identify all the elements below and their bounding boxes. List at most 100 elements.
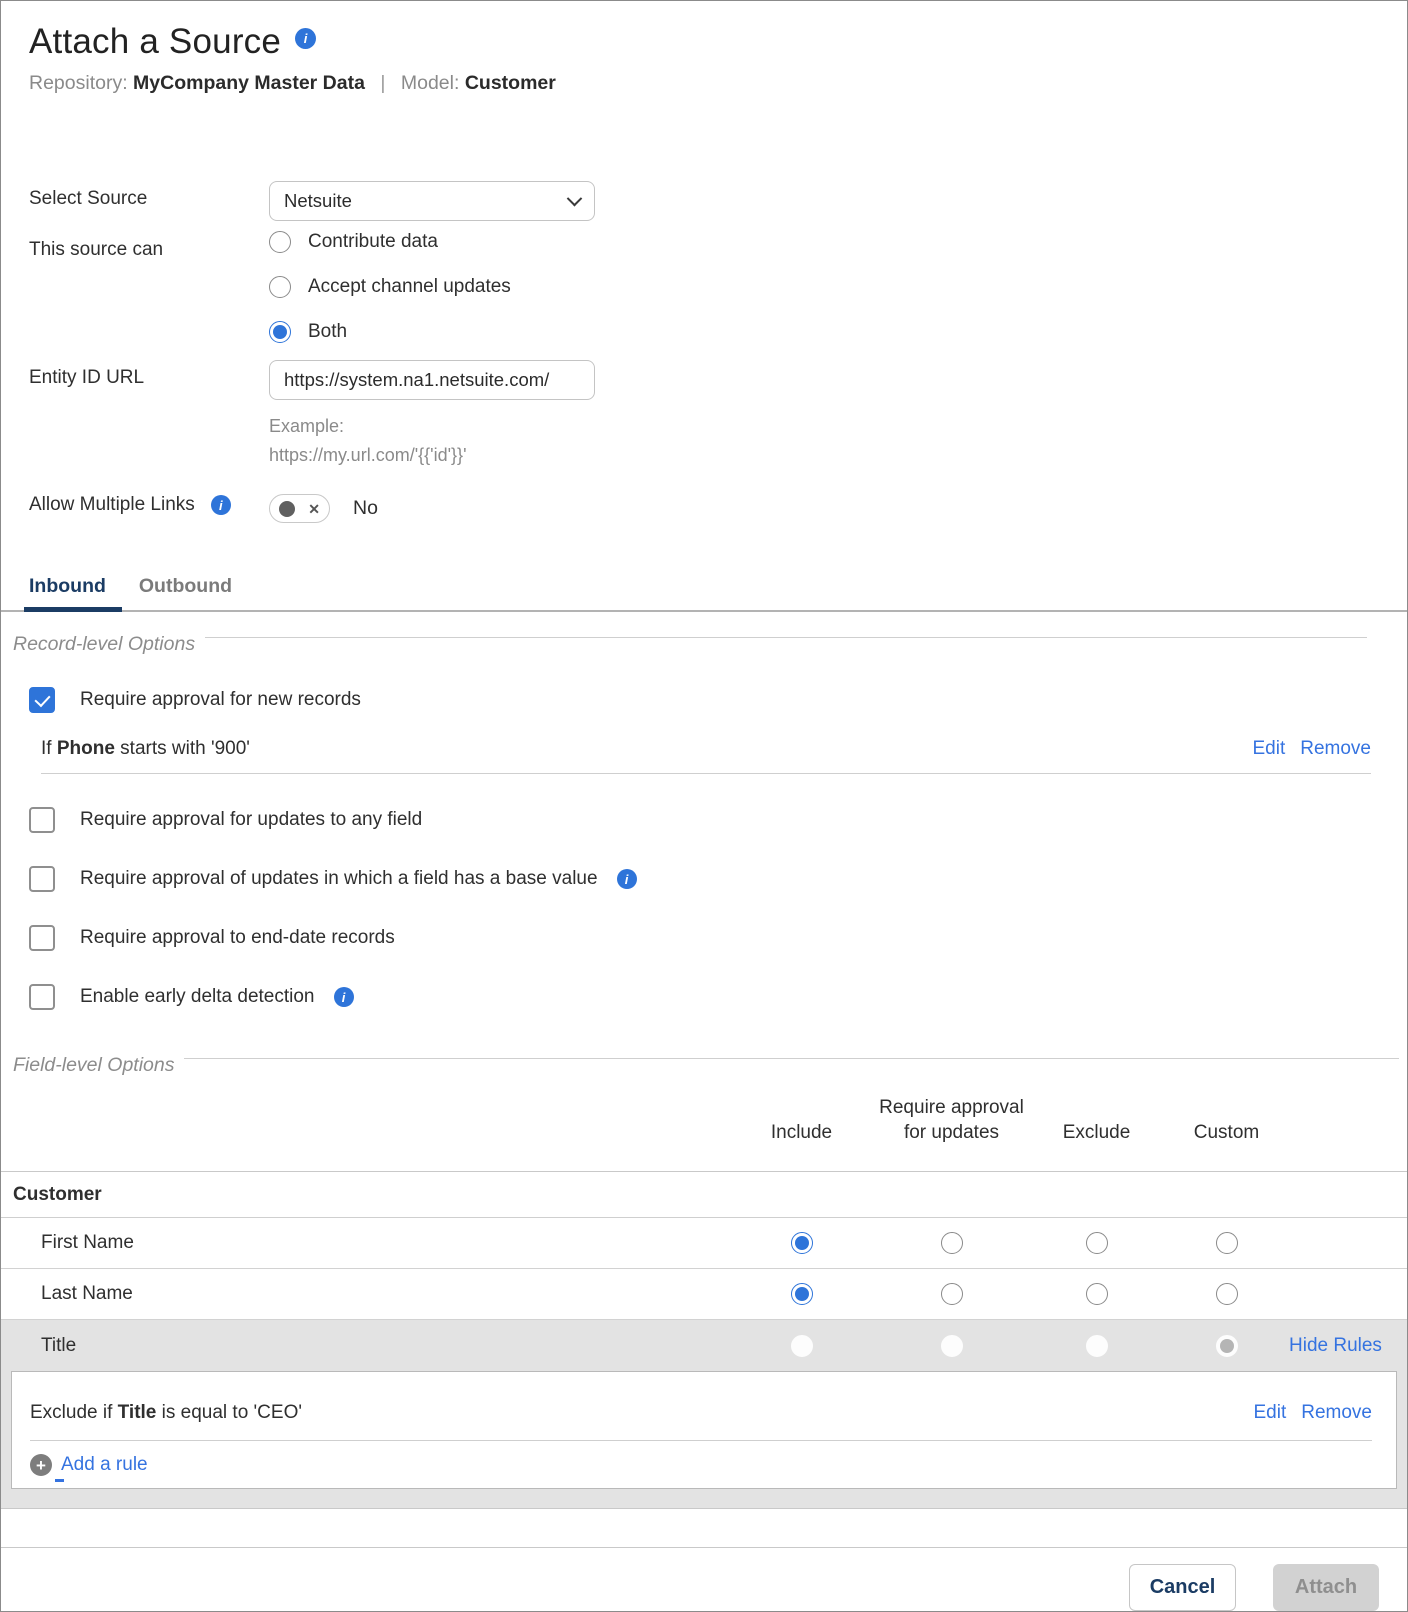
checkbox-icon: [29, 687, 55, 713]
radio-label: Both: [308, 321, 348, 342]
radio-title-custom[interactable]: [1215, 1334, 1238, 1357]
hide-rules-link[interactable]: Hide Rules: [1289, 1335, 1382, 1357]
radio-first-name-custom[interactable]: [1215, 1232, 1238, 1254]
tab-strip: Inbound Outbound: [1, 569, 1407, 612]
radio-last-name-custom[interactable]: [1215, 1283, 1238, 1305]
record-level-options-legend: Record-level Options: [13, 633, 1367, 656]
checkbox-label: Require approval to end-date records: [80, 927, 395, 948]
radio-last-name-exclude[interactable]: [1085, 1283, 1108, 1305]
edit-rule-link[interactable]: Edit: [1253, 738, 1286, 760]
checkbox-label: Enable early delta detection: [80, 986, 315, 1007]
header: Attach a Source i Repository: MyCompany …: [1, 1, 1407, 95]
select-source-label: Select Source: [29, 188, 148, 209]
example-value: https://my.url.com/'{{'id'}}': [269, 445, 467, 465]
radio-label: Contribute data: [308, 231, 438, 252]
radio-icon: [269, 231, 291, 253]
field-level-options-legend: Field-level Options: [13, 1054, 1399, 1077]
cancel-button[interactable]: Cancel: [1129, 1564, 1236, 1611]
remove-field-rule-link[interactable]: Remove: [1301, 1402, 1372, 1424]
checkbox-icon: [29, 807, 55, 833]
column-header-require-approval: Require approval for updates: [879, 1097, 1024, 1143]
toggle-knob: [279, 500, 295, 517]
allow-links-info-icon[interactable]: i: [210, 495, 231, 515]
allow-multiple-links-label: Allow Multiple Links: [29, 494, 195, 515]
rule-field-name: Title: [117, 1402, 157, 1423]
tab-outbound[interactable]: Outbound: [139, 569, 232, 610]
checkbox-require-approval-updates-any-field[interactable]: Require approval for updates to any fiel…: [29, 807, 1379, 833]
field-row-first-name: First Name: [1, 1218, 1407, 1269]
page-title: Attach a Source: [29, 22, 282, 61]
checkbox-require-approval-base-value[interactable]: Require approval of updates in which a f…: [29, 866, 1379, 892]
breadcrumb: Repository: MyCompany Master Data | Mode…: [29, 72, 1379, 95]
radio-first-name-include[interactable]: [790, 1232, 813, 1254]
separator: |: [380, 72, 386, 94]
title-row-expanded-block: Title Hide Rules Exclude if Title is equ…: [1, 1320, 1407, 1509]
radio-both[interactable]: Both: [269, 321, 347, 343]
field-group-customer: Customer: [1, 1172, 1407, 1218]
base-value-info-icon[interactable]: i: [616, 869, 637, 889]
checkbox-icon: [29, 866, 55, 892]
radio-icon: [269, 276, 291, 298]
checkbox-label: Require approval for new records: [80, 689, 361, 710]
entity-id-url-label: Entity ID URL: [29, 367, 145, 388]
chevron-down-icon: [566, 190, 583, 206]
add-rule-label: Add a rule: [61, 1454, 148, 1475]
footer: Cancel Attach: [1, 1547, 1407, 1611]
rule-divider: [41, 773, 1371, 774]
radio-contribute-data[interactable]: Contribute data: [269, 231, 438, 253]
toggle-state-text: No: [353, 497, 378, 519]
radio-last-name-include[interactable]: [790, 1283, 813, 1305]
checkbox-require-approval-end-date[interactable]: Require approval to end-date records: [29, 925, 1379, 951]
close-icon: ✕: [308, 500, 320, 517]
radio-icon: [269, 321, 291, 343]
radio-title-require-approval[interactable]: [940, 1334, 963, 1357]
checkbox-label: Require approval for updates to any fiel…: [80, 809, 423, 830]
source-can-label: This source can: [29, 239, 164, 260]
radio-title-include[interactable]: [790, 1334, 813, 1357]
attach-button[interactable]: Attach: [1273, 1564, 1379, 1611]
source-select[interactable]: Netsuite: [269, 181, 595, 221]
edit-field-rule-link[interactable]: Edit: [1254, 1402, 1287, 1424]
radio-accept-channel-updates[interactable]: Accept channel updates: [269, 276, 511, 298]
radio-label: Accept channel updates: [308, 276, 511, 297]
record-rule-text: If Phone starts with '900': [41, 738, 250, 759]
title-rules-panel: Exclude if Title is equal to 'CEO' Edit …: [11, 1371, 1397, 1489]
field-rule-row: Exclude if Title is equal to 'CEO' Edit …: [30, 1402, 1372, 1424]
radio-first-name-require-approval[interactable]: [940, 1232, 963, 1254]
checkbox-icon: [29, 925, 55, 951]
column-header-custom: Custom: [1193, 1122, 1260, 1143]
example-label: Example:: [269, 416, 345, 436]
field-name: Last Name: [41, 1283, 133, 1304]
checkbox-enable-early-delta-detection[interactable]: Enable early delta detection i: [29, 984, 1379, 1010]
attach-source-dialog: Attach a Source i Repository: MyCompany …: [0, 0, 1408, 1612]
model-label: Model:: [400, 72, 460, 94]
entity-url-example: Example: https://my.url.com/'{{'id'}}': [269, 412, 1379, 470]
source-can-options: Contribute data Accept channel updates B…: [269, 231, 1379, 343]
rule-field-name: Phone: [56, 738, 115, 759]
column-header-exclude: Exclude: [1062, 1122, 1131, 1143]
field-table-header: Include Require approval for updates Exc…: [1, 1095, 1407, 1172]
field-name: Title: [41, 1334, 77, 1356]
entity-id-url-input[interactable]: https://system.na1.netsuite.com/: [269, 360, 595, 400]
field-rule-text: Exclude if Title is equal to 'CEO': [30, 1402, 302, 1423]
add-rule-button[interactable]: + Add a rule: [30, 1454, 148, 1482]
repository-value: MyCompany Master Data: [133, 72, 365, 94]
allow-multiple-links-toggle[interactable]: ✕: [269, 494, 330, 523]
repository-label: Repository:: [29, 72, 128, 94]
add-rule-underscore: [55, 1479, 64, 1482]
radio-title-exclude[interactable]: [1085, 1334, 1108, 1357]
checkbox-require-approval-new-records[interactable]: Require approval for new records: [29, 687, 1379, 713]
field-row-title: Title Hide Rules: [1, 1320, 1407, 1371]
title-info-icon[interactable]: i: [295, 28, 317, 49]
panel-divider: [30, 1440, 1372, 1441]
tab-inbound[interactable]: Inbound: [24, 569, 122, 612]
allow-multiple-links-label-wrap: Allow Multiple Links i: [29, 494, 269, 516]
early-delta-info-icon[interactable]: i: [333, 987, 354, 1007]
checkbox-label: Require approval of updates in which a f…: [80, 868, 598, 889]
radio-first-name-exclude[interactable]: [1085, 1232, 1108, 1254]
remove-rule-link[interactable]: Remove: [1300, 738, 1371, 760]
field-name: First Name: [41, 1232, 134, 1253]
checkbox-icon: [29, 984, 55, 1010]
radio-last-name-require-approval[interactable]: [940, 1283, 963, 1305]
field-row-last-name: Last Name: [1, 1269, 1407, 1320]
